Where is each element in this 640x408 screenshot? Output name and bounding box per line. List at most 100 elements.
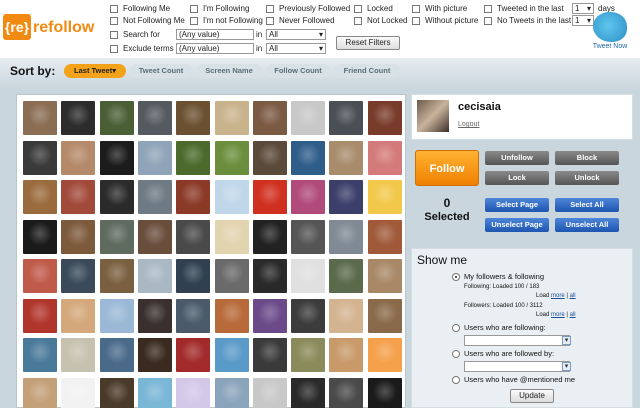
radio-users-following[interactable] xyxy=(452,324,460,332)
checkbox[interactable] xyxy=(190,4,198,13)
radio-users-followed-by[interactable] xyxy=(452,350,460,358)
search-input[interactable]: (Any value) xyxy=(176,29,254,40)
follower-avatar[interactable] xyxy=(291,180,326,214)
follower-avatar[interactable] xyxy=(137,140,172,175)
filter-never-followed[interactable]: Never Followed xyxy=(266,16,335,25)
reset-filters-button[interactable]: Reset Filters xyxy=(336,36,400,50)
follower-avatar[interactable] xyxy=(329,219,364,254)
search-field-select[interactable]: All xyxy=(266,29,326,40)
checkbox[interactable] xyxy=(110,44,118,53)
follower-avatar[interactable] xyxy=(291,338,326,372)
follower-avatar[interactable] xyxy=(176,180,211,214)
unlock-button[interactable]: Unlock xyxy=(555,171,619,185)
logout-link[interactable]: Logout xyxy=(458,121,479,128)
follower-avatar[interactable] xyxy=(176,298,211,333)
follower-avatar[interactable] xyxy=(291,101,326,135)
exclude-field-select[interactable]: All xyxy=(266,43,326,54)
follower-avatar[interactable] xyxy=(214,219,249,254)
tab-friend-count[interactable]: Friend Count xyxy=(334,64,400,78)
follower-avatar[interactable] xyxy=(291,377,326,408)
filter-tweeted-in-last[interactable]: Tweeted in the last xyxy=(484,4,564,13)
tweet-now-button[interactable]: Tweet Now xyxy=(588,6,632,54)
follower-avatar[interactable] xyxy=(329,101,364,135)
follower-avatar[interactable] xyxy=(23,259,57,293)
select-all-button[interactable]: Select All xyxy=(555,198,619,212)
unselect-all-button[interactable]: Unselect All xyxy=(555,218,619,232)
followers-load-more-link[interactable]: more xyxy=(551,312,565,318)
checkbox[interactable] xyxy=(110,16,118,25)
follower-avatar[interactable] xyxy=(137,219,172,254)
select-page-button[interactable]: Select Page xyxy=(485,198,549,212)
filter-not-locked[interactable]: Not Locked xyxy=(354,16,407,25)
follower-avatar[interactable] xyxy=(176,259,211,293)
follower-avatar[interactable] xyxy=(329,140,364,175)
follower-avatar[interactable] xyxy=(252,298,287,333)
filter-without-picture[interactable]: Without picture xyxy=(412,16,478,25)
follower-avatar[interactable] xyxy=(329,377,364,408)
follower-avatar[interactable] xyxy=(291,140,326,175)
user-avatar[interactable] xyxy=(417,100,449,132)
filter-not-following-me[interactable]: Not Following Me xyxy=(110,16,185,25)
radio-mentioned-me[interactable] xyxy=(452,376,460,384)
chevron-down-icon[interactable]: ▾ xyxy=(562,362,571,371)
following-load-more-link[interactable]: more xyxy=(551,293,565,299)
exclude-input[interactable]: (Any value) xyxy=(176,43,254,54)
checkbox[interactable] xyxy=(354,4,362,13)
follower-avatar[interactable] xyxy=(61,140,96,175)
block-button[interactable]: Block xyxy=(555,151,619,165)
tab-last-tweet[interactable]: Last Tweet▾ xyxy=(64,64,126,78)
refollow-logo[interactable]: {re} refollow xyxy=(3,14,94,44)
follower-avatar[interactable] xyxy=(23,298,57,333)
follower-avatar[interactable] xyxy=(99,259,134,293)
users-followed-by-select[interactable] xyxy=(464,361,570,372)
filter-exclude-terms[interactable]: Exclude terms xyxy=(110,44,174,53)
tab-screen-name[interactable]: Screen Name xyxy=(196,64,262,78)
checkbox[interactable] xyxy=(110,4,118,13)
checkbox[interactable] xyxy=(484,16,492,25)
follower-avatar[interactable] xyxy=(214,338,249,372)
filter-with-picture[interactable]: With picture xyxy=(412,4,467,13)
follower-avatar[interactable] xyxy=(61,338,96,372)
follower-avatar[interactable] xyxy=(291,259,326,293)
follower-avatar[interactable] xyxy=(99,298,134,333)
filter-im-following[interactable]: I'm Following xyxy=(190,4,249,13)
checkbox[interactable] xyxy=(110,30,118,39)
follower-avatar[interactable] xyxy=(23,338,57,372)
follower-avatar[interactable] xyxy=(23,377,57,408)
follower-avatar[interactable] xyxy=(214,101,249,135)
filter-search-for[interactable]: Search for xyxy=(110,30,160,39)
follower-avatar[interactable] xyxy=(291,298,326,333)
follower-avatar[interactable] xyxy=(367,338,402,372)
follower-avatar[interactable] xyxy=(214,259,249,293)
follower-avatar[interactable] xyxy=(367,219,402,254)
follower-avatar[interactable] xyxy=(99,377,134,408)
follower-avatar[interactable] xyxy=(214,377,249,408)
follower-avatar[interactable] xyxy=(176,338,211,372)
filter-im-not-following[interactable]: I'm not Following xyxy=(190,16,263,25)
follower-avatar[interactable] xyxy=(252,259,287,293)
follower-avatar[interactable] xyxy=(252,180,287,214)
follower-avatar[interactable] xyxy=(23,101,57,135)
unfollow-button[interactable]: Unfollow xyxy=(485,151,549,165)
follower-avatar[interactable] xyxy=(61,180,96,214)
filter-no-tweets-in-last[interactable]: No Tweets in the last xyxy=(484,16,571,25)
follower-avatar[interactable] xyxy=(61,377,96,408)
checkbox[interactable] xyxy=(266,16,274,25)
follower-avatar[interactable] xyxy=(137,180,172,214)
follower-avatar[interactable] xyxy=(367,180,402,214)
follower-avatar[interactable] xyxy=(367,259,402,293)
tab-follow-count[interactable]: Follow Count xyxy=(266,64,330,78)
follower-avatar[interactable] xyxy=(99,338,134,372)
follower-avatar[interactable] xyxy=(61,259,96,293)
follower-avatar[interactable] xyxy=(99,180,134,214)
follower-avatar[interactable] xyxy=(61,101,96,135)
follower-avatar[interactable] xyxy=(329,338,364,372)
follower-avatar[interactable] xyxy=(176,101,211,135)
users-following-select[interactable] xyxy=(464,335,570,346)
follower-avatar[interactable] xyxy=(176,377,211,408)
checkbox[interactable] xyxy=(484,4,492,13)
follower-avatar[interactable] xyxy=(329,180,364,214)
follower-avatar[interactable] xyxy=(99,140,134,175)
follower-avatar[interactable] xyxy=(214,140,249,175)
follower-avatar[interactable] xyxy=(367,101,402,135)
